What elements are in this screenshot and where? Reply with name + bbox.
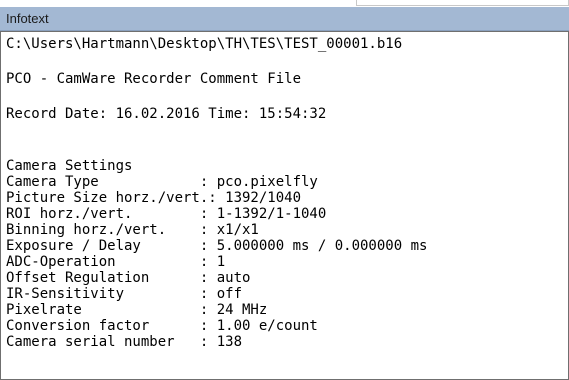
setting-camera-type: Camera Type : pco.pixelfly (6, 174, 318, 190)
window-titlebar[interactable]: Infotext (0, 7, 569, 31)
infotext-window: Infotext C:\Users\Hartmann\Desktop\TH\TE… (0, 0, 569, 380)
setting-exposure-delay: Exposure / Delay : 5.000000 ms / 0.00000… (6, 238, 428, 254)
setting-ir-sensitivity: IR-Sensitivity : off (6, 286, 243, 302)
setting-adc-operation: ADC-Operation : 1 (6, 254, 226, 270)
record-date-line: Record Date: 16.02.2016 Time: 15:54:32 (6, 106, 327, 122)
top-strip-box (356, 0, 569, 6)
setting-conversion-factor: Conversion factor : 1.00 e/count (6, 318, 318, 334)
window-title: Infotext (6, 11, 49, 26)
header-line: PCO - CamWare Recorder Comment File (6, 71, 302, 87)
setting-roi: ROI horz./vert. : 1-1392/1-1040 (6, 206, 327, 222)
setting-offset-regulation: Offset Regulation : auto (6, 270, 251, 286)
setting-camera-serial-number: Camera serial number : 138 (6, 334, 243, 350)
setting-binning: Binning horz./vert. : x1/x1 (6, 222, 259, 238)
setting-picture-size: Picture Size horz./vert.: 1392/1040 (6, 190, 302, 206)
file-path-line: C:\Users\Hartmann\Desktop\TH\TES\TEST_00… (6, 36, 403, 52)
setting-pixelrate: Pixelrate : 24 MHz (6, 302, 268, 318)
top-strip (0, 0, 569, 7)
camera-settings-heading: Camera Settings (6, 158, 133, 174)
info-text-area[interactable]: C:\Users\Hartmann\Desktop\TH\TES\TEST_00… (0, 31, 569, 380)
